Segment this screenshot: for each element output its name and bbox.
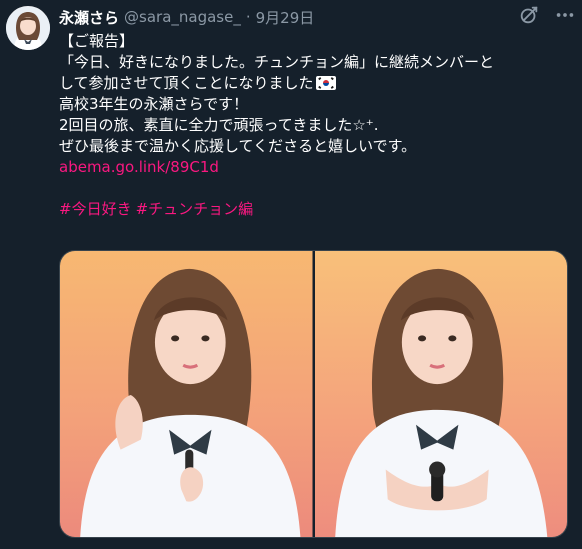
avatar-image	[6, 6, 50, 50]
sparkle-icon: ☆⁺.	[352, 116, 379, 134]
author-display-name[interactable]: 永瀬さら	[59, 7, 119, 28]
hashtag-link[interactable]: #チュンチョン編	[136, 200, 254, 218]
grok-icon[interactable]	[518, 4, 540, 26]
tweet-card: 永瀬さら @sara_nagase_ · 9月29日 【ご報告】 「今日、好きに…	[0, 0, 582, 549]
photo-1[interactable]	[60, 251, 313, 537]
author-handle[interactable]: @sara_nagase_	[124, 8, 241, 26]
hashtag-row: #今日好き #チュンチョン編	[59, 199, 559, 220]
author-avatar[interactable]	[6, 6, 50, 50]
photo-1-image	[60, 251, 313, 537]
korea-flag-icon	[315, 75, 336, 90]
tweet-line: 高校3年生の永瀬さらです！	[59, 95, 249, 113]
tweet-line: 【ご報告】	[59, 32, 135, 50]
photo-2-image	[314, 251, 567, 537]
more-options-icon[interactable]	[554, 4, 576, 26]
tweet-line-with-flag: して参加させて頂くことになりました	[59, 73, 559, 94]
header-separator: ·	[245, 8, 251, 26]
tweet-line-text: して参加させて頂くことになりました	[59, 74, 314, 92]
tweet-link[interactable]: abema.go.link/89C1d	[59, 157, 559, 178]
tweet-header: 永瀬さら @sara_nagase_ · 9月29日	[59, 6, 574, 28]
tweet-text: 【ご報告】 「今日、好きになりました。チュンチョン編」に継続メンバーと して参加…	[59, 31, 559, 220]
media-grid	[59, 250, 568, 538]
tweet-date[interactable]: 9月29日	[256, 7, 315, 28]
tweet-line: 「今日、好きになりました。チュンチョン編」に継続メンバーと	[59, 53, 495, 71]
tweet-line: ぜひ最後まで温かく応援してくださると嬉しいです。	[59, 137, 417, 155]
photo-2[interactable]	[314, 251, 567, 537]
tweet-line-with-emoji: 2回目の旅、素直に全力で頑張ってきました☆⁺.	[59, 115, 559, 136]
hashtag-link[interactable]: #今日好き	[59, 200, 132, 218]
tweet-line-text: 2回目の旅、素直に全力で頑張ってきました	[59, 116, 353, 134]
